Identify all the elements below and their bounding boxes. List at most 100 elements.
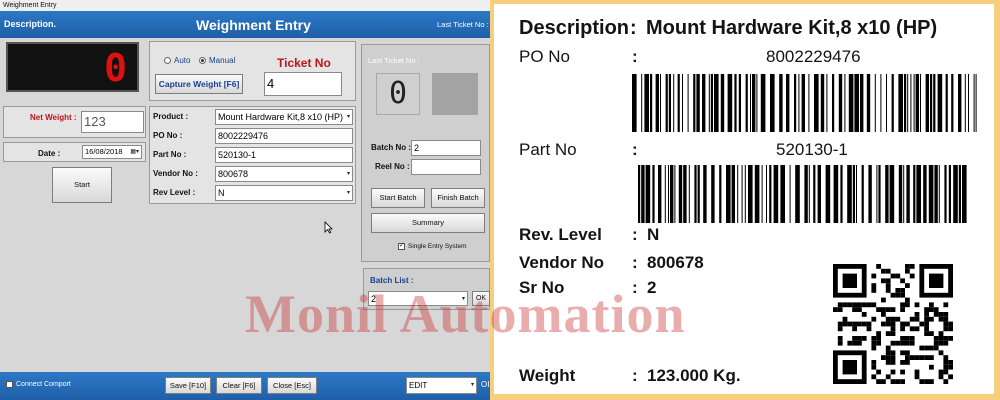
batch-list-value: 2 <box>371 294 377 304</box>
calendar-icon[interactable]: ▦▾ <box>130 146 139 158</box>
auto-radio[interactable] <box>164 57 171 64</box>
date-panel: Date : 16/08/2018 ▦▾ <box>3 142 146 162</box>
dropdown-arrow-icon[interactable]: ▾ <box>471 378 474 393</box>
batch-list-panel: Batch List : 2 ▾ OK <box>363 268 490 310</box>
connect-comport-label: Connect Comport <box>16 381 71 388</box>
batch-list-select[interactable]: 2 ▾ <box>368 291 468 306</box>
date-value: 16/08/2018 <box>85 147 123 156</box>
ticket-no-field[interactable]: 4 <box>264 72 342 96</box>
last-ticket-display: 0 <box>376 73 420 115</box>
label-vendor-value: 800678 <box>647 253 704 272</box>
label-po-colon: : <box>632 47 638 66</box>
barcode-icon <box>632 74 977 132</box>
dropdown-arrow-icon[interactable]: ▾ <box>347 167 350 181</box>
mode-select[interactable]: EDIT ▾ <box>406 377 477 394</box>
description-label: Description. <box>4 19 57 29</box>
reel-no-label: Reel No : <box>375 162 410 171</box>
rev-value: N <box>218 188 225 198</box>
date-field[interactable]: 16/08/2018 ▦▾ <box>82 145 142 159</box>
save-button[interactable]: Save [F10] <box>165 377 211 394</box>
mode-select-value: EDIT <box>409 381 428 390</box>
connect-comport-checkbox[interactable] <box>6 381 13 388</box>
net-weight-field[interactable]: 123 <box>81 111 144 133</box>
start-button[interactable]: Start <box>52 167 112 203</box>
label-description-colon: : <box>630 17 637 39</box>
po-field[interactable]: 8002229476 <box>215 128 353 144</box>
barcode-icon <box>638 165 967 223</box>
label-description-value: Mount Hardware Kit,8 x10 (HP) <box>646 17 938 39</box>
batch-no-label: Batch No : <box>371 143 411 152</box>
single-entry-label: Single Entry System <box>408 243 467 250</box>
batch-panel: Last Ticket No : 0 Batch No : 2 Reel No … <box>361 44 490 262</box>
vendor-select[interactable]: 800678 ▾ <box>215 166 353 182</box>
batch-list-label: Batch List : <box>370 276 414 285</box>
label-rev-colon: : <box>632 225 638 244</box>
label-part-value: 520130-1 <box>776 140 848 159</box>
weight-display-value: 0 <box>104 46 127 90</box>
net-weight-label: Net Weight : <box>30 113 77 122</box>
last-ticket-value: 0 <box>389 76 408 111</box>
summary-button[interactable]: Summary <box>371 213 485 233</box>
part-field[interactable]: 520130-1 <box>215 147 353 163</box>
product-label: Product : <box>153 112 189 121</box>
cursor-icon <box>324 221 333 234</box>
header-last-ticket-label: Last Ticket No : <box>437 20 489 29</box>
capture-panel: Auto Manual Capture Weight [F6] Ticket N… <box>149 41 356 101</box>
label-po-key: PO No <box>519 47 571 66</box>
po-label: PO No : <box>153 131 183 140</box>
clear-button[interactable]: Clear [F6] <box>216 377 262 394</box>
label-sr-value: 2 <box>647 278 657 297</box>
label-description-key: Description <box>519 17 630 39</box>
label-rev-key: Rev. Level <box>519 225 602 244</box>
auto-label: Auto <box>174 56 191 65</box>
rev-label: Rev Level : <box>153 188 196 197</box>
label-po-value: 8002229476 <box>766 47 861 66</box>
dropdown-arrow-icon[interactable]: ▾ <box>345 110 350 124</box>
label-sheet: Description : Mount Hardware Kit,8 x10 (… <box>494 4 994 394</box>
start-batch-button[interactable]: Start Batch <box>371 188 425 208</box>
dropdown-arrow-icon[interactable]: ▾ <box>462 292 465 305</box>
product-value: Mount Hardware Kit,8 x10 (HP) <box>218 112 344 122</box>
gray-status-box <box>432 73 478 115</box>
part-label: Part No : <box>153 150 187 159</box>
single-entry-checkbox[interactable]: ✓ <box>398 243 405 250</box>
label-part-colon: : <box>632 140 638 159</box>
product-panel: Product : Mount Hardware Kit,8 x10 (HP) … <box>149 106 356 204</box>
last-ticket-panel-label: Last Ticket No : <box>368 56 420 65</box>
manual-radio[interactable] <box>199 57 206 64</box>
product-select[interactable]: Mount Hardware Kit,8 x10 (HP) ▾ <box>215 109 353 125</box>
close-button[interactable]: Close [Esc] <box>267 377 317 394</box>
label-sr-key: Sr No <box>519 278 565 297</box>
weight-display: 0 <box>6 42 139 92</box>
ticket-no-label: Ticket No <box>277 56 331 70</box>
page-title: Weighment Entry <box>196 17 311 33</box>
label-part-key: Part No <box>519 140 577 159</box>
capture-weight-button[interactable]: Capture Weight [F6] <box>155 74 243 94</box>
header-bar: Description. Weighment Entry Last Ticket… <box>0 11 490 38</box>
label-rev-value: N <box>647 225 660 244</box>
bottom-toolbar: Connect Comport Save [F10] Clear [F6] Cl… <box>0 372 490 400</box>
qr-code-icon <box>833 264 953 384</box>
finish-batch-button[interactable]: Finish Batch <box>431 188 485 208</box>
dropdown-arrow-icon[interactable]: ▾ <box>347 186 350 200</box>
reel-no-field[interactable] <box>411 159 481 175</box>
date-label: Date : <box>38 149 61 158</box>
label-vendor-colon: : <box>632 253 638 272</box>
screenshot-root: Weighment Entry Description. Weighment E… <box>0 0 1000 400</box>
label-weight-value: 123.000 Kg. <box>647 366 741 385</box>
manual-label: Manual <box>209 56 236 65</box>
label-sr-colon: : <box>632 278 638 297</box>
label-weight-key: Weight <box>519 366 576 385</box>
printed-label: Description : Mount Hardware Kit,8 x10 (… <box>490 0 1000 400</box>
rev-select[interactable]: N ▾ <box>215 185 353 201</box>
label-weight-colon: : <box>632 366 638 385</box>
vendor-label: Vendor No : <box>153 169 198 178</box>
ok-button[interactable]: OK <box>472 291 490 306</box>
net-weight-panel: Net Weight : 123 <box>3 106 146 138</box>
trailing-text: OI <box>481 380 490 389</box>
weighment-entry-window: Weighment Entry Description. Weighment E… <box>0 0 490 400</box>
vendor-value: 800678 <box>218 169 249 179</box>
window-title: Weighment Entry <box>0 0 490 11</box>
batch-no-field[interactable]: 2 <box>411 140 481 156</box>
label-vendor-key: Vendor No <box>519 253 605 272</box>
